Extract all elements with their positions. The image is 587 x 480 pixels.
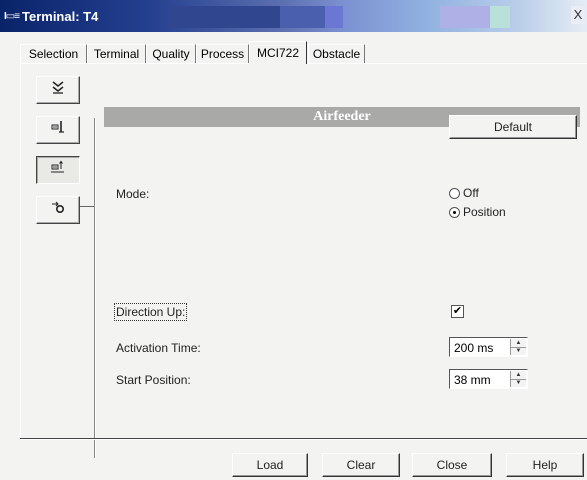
title-bar-decoration (170, 6, 570, 28)
tab-selection[interactable]: Selection (20, 44, 87, 63)
tab-obstacle[interactable]: Obstacle (308, 44, 365, 63)
spin-down-icon[interactable]: ▼ (511, 379, 526, 387)
footer-separator (20, 438, 587, 439)
radio-button[interactable] (449, 188, 460, 199)
terminal-app-icon: I▭≡ (4, 11, 20, 22)
close-button[interactable]: Close (412, 453, 492, 477)
window-title: Terminal: T4 (22, 9, 99, 24)
spinner-arrows[interactable]: ▲ ▼ (510, 339, 526, 355)
window-client-area: Selection Terminal Quality Process MCI72… (0, 32, 587, 480)
tab-mci722[interactable]: MCI722 (249, 41, 307, 64)
feeder-icon (50, 121, 66, 137)
load-button[interactable]: Load (232, 453, 308, 477)
sidebar-button-airfeeder[interactable] (36, 156, 80, 184)
start-position-value[interactable]: 38 mm (454, 373, 491, 387)
activation-time-label: Activation Time: (116, 341, 201, 355)
airfeeder-icon (50, 160, 66, 177)
tab-quality[interactable]: Quality (146, 44, 196, 63)
mode-option-position: Position (463, 205, 506, 219)
start-position-label: Start Position: (116, 373, 191, 387)
mode-radio-off[interactable]: Off (449, 186, 529, 201)
activation-time-value[interactable]: 200 ms (454, 341, 493, 355)
sidebar-button-collapse[interactable] (36, 76, 80, 104)
start-position-spinner[interactable]: 38 mm ▲ ▼ (449, 369, 528, 389)
toolbar-connector (80, 206, 94, 207)
toolbar-divider (94, 118, 95, 458)
help-button[interactable]: Help (506, 453, 584, 477)
sidebar-button-obstacle[interactable] (36, 196, 80, 224)
mode-option-off: Off (463, 186, 479, 200)
mode-radio-position[interactable]: Position (449, 205, 529, 220)
direction-up-label: Direction Up: (113, 303, 188, 321)
clear-button[interactable]: Clear (322, 453, 400, 477)
tab-process[interactable]: Process (196, 44, 249, 63)
radio-button-selected[interactable] (449, 207, 460, 218)
title-bar: I▭≡ Terminal: T4 X (0, 0, 587, 32)
tab-terminal[interactable]: Terminal (87, 44, 146, 63)
spin-down-icon[interactable]: ▼ (511, 347, 526, 355)
mode-label: Mode: (116, 187, 150, 201)
direction-up-checkbox[interactable]: ✔ (451, 305, 464, 318)
default-button[interactable]: Default (449, 115, 577, 139)
activation-time-spinner[interactable]: 200 ms ▲ ▼ (449, 337, 528, 357)
double-chevron-down-icon (51, 81, 65, 97)
sidebar-button-feeder[interactable] (36, 116, 80, 144)
spinner-arrows[interactable]: ▲ ▼ (510, 371, 526, 387)
obstacle-icon (50, 201, 66, 217)
close-icon[interactable]: X (571, 6, 585, 24)
